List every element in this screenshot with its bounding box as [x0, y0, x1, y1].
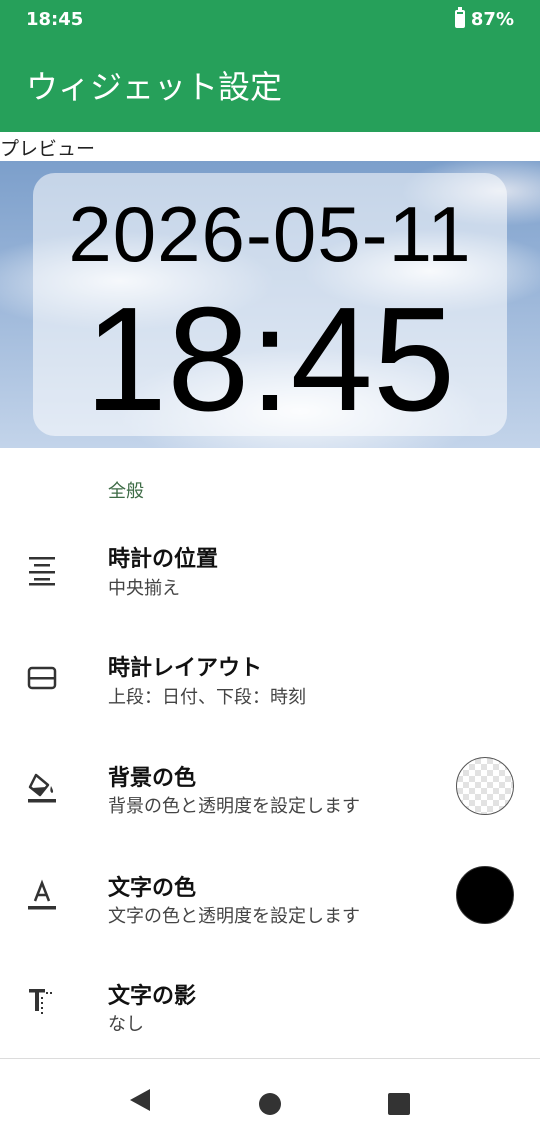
- battery-percent: 87%: [470, 8, 514, 30]
- preview-label: プレビュー: [0, 138, 96, 160]
- clock-time: 18:45: [84, 277, 456, 442]
- battery-icon: [454, 7, 465, 28]
- clock-card: 2026-05-11 18:45: [33, 173, 507, 436]
- setting-text-color[interactable]: 文字の色 文字の色と透明度を設定します: [0, 855, 540, 963]
- setting-subtitle: 文字の色と透明度を設定します: [108, 906, 360, 927]
- setting-subtitle: 上段：日付、下段：時刻: [108, 687, 306, 708]
- navigation-bar: [0, 1059, 540, 1140]
- paint-bucket-icon: [28, 773, 56, 803]
- setting-background-color[interactable]: 背景の色 背景の色と透明度を設定します: [0, 745, 540, 853]
- section-header: 全般: [108, 481, 144, 502]
- back-icon[interactable]: [128, 1087, 152, 1113]
- text-color-swatch[interactable]: [456, 866, 514, 924]
- layout-icon: [27, 666, 57, 690]
- app-bar: ウィジェット設定: [0, 38, 540, 132]
- status-time: 18:45: [26, 8, 84, 30]
- setting-title: 背景の色: [108, 766, 197, 791]
- widget-preview: 2026-05-11 18:45: [0, 161, 540, 448]
- align-center-icon: [29, 557, 55, 586]
- battery-indicator: 87%: [454, 7, 514, 30]
- setting-subtitle: 背景の色と透明度を設定します: [108, 796, 360, 817]
- text-color-icon: [28, 879, 56, 910]
- setting-subtitle: 中央揃え: [108, 578, 180, 599]
- setting-clock-layout[interactable]: 時計レイアウト 上段：日付、下段：時刻: [0, 636, 540, 744]
- background-color-swatch[interactable]: [456, 757, 514, 815]
- setting-title: 時計レイアウト: [108, 656, 263, 681]
- home-icon[interactable]: [258, 1092, 282, 1116]
- status-bar: 18:45 87%: [0, 0, 540, 38]
- setting-subtitle: なし: [108, 1014, 144, 1035]
- page-title: ウィジェット設定: [26, 68, 283, 106]
- setting-clock-position[interactable]: 時計の位置 中央揃え: [0, 526, 540, 634]
- setting-title: 時計の位置: [108, 547, 219, 572]
- setting-title: 文字の影: [108, 984, 197, 1009]
- text-shadow-icon: [29, 989, 52, 1014]
- setting-title: 文字の色: [108, 876, 197, 901]
- setting-text-shadow[interactable]: 文字の影 なし: [0, 963, 540, 1071]
- clock-date: 2026-05-11: [68, 190, 472, 278]
- recents-icon[interactable]: [387, 1092, 411, 1116]
